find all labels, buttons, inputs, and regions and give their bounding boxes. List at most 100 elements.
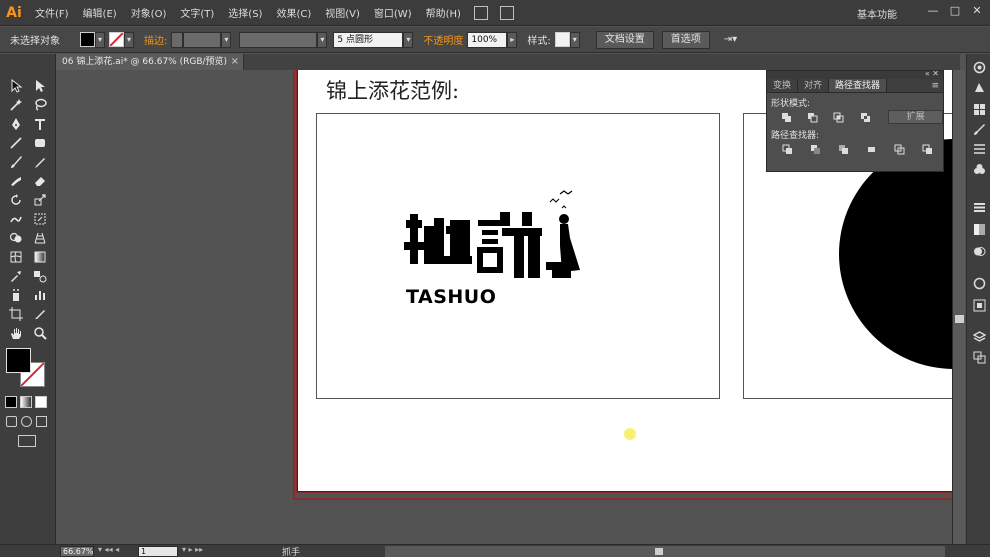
example-frame-left[interactable]: TASHUO <box>316 113 720 399</box>
scale-tool-icon[interactable] <box>28 190 52 209</box>
mesh-tool-icon[interactable] <box>4 247 28 266</box>
document-setup-button[interactable]: 文档设置 <box>595 30 654 49</box>
stroke-panel-icon[interactable] <box>972 200 986 214</box>
crop-icon[interactable] <box>857 142 885 156</box>
graphic-style-swatch[interactable] <box>554 32 570 47</box>
zoom-field[interactable]: 66.67% <box>60 546 94 557</box>
draw-inside-icon[interactable] <box>36 416 47 427</box>
eraser-tool-icon[interactable] <box>28 171 52 190</box>
stroke-weight-dropdown-icon[interactable]: ▾ <box>221 31 232 48</box>
brushes-icon[interactable] <box>972 122 986 136</box>
gradient-mode-button[interactable] <box>20 396 32 408</box>
zoom-dropdown-icon[interactable]: ▾ ◂◂ ◂ <box>98 545 119 554</box>
variable-width-profile[interactable] <box>239 31 318 48</box>
horizontal-scrollbar[interactable] <box>385 546 945 557</box>
layers-panel-icon[interactable] <box>972 330 986 344</box>
menu-select[interactable]: 选择(S) <box>221 5 269 20</box>
symbols-icon[interactable] <box>972 162 986 176</box>
brush-definition[interactable]: 5 点圆形 <box>333 31 404 48</box>
close-button[interactable]: ✕ <box>968 4 986 20</box>
merge-icon[interactable] <box>829 142 857 156</box>
profile-dropdown-icon[interactable]: ▾ <box>317 31 328 48</box>
transparency-panel-icon[interactable] <box>972 244 986 258</box>
workspace-switcher[interactable]: 基本功能 <box>857 6 897 21</box>
screen-mode-icon[interactable] <box>18 435 36 447</box>
swatches-icon[interactable] <box>972 102 986 116</box>
vertical-scrollbar[interactable] <box>952 70 965 544</box>
arrange-icon[interactable]: ⇥▾ <box>724 34 737 45</box>
expand-button[interactable]: 扩展 <box>888 110 943 124</box>
horizontal-scroll-thumb[interactable] <box>655 548 663 555</box>
document-tab[interactable]: 06 锦上添花.ai* @ 66.67% (RGB/预览) × <box>56 54 244 70</box>
align-panel-icon[interactable] <box>972 142 986 156</box>
maximize-button[interactable]: □ <box>946 4 964 20</box>
collapse-panel-icon[interactable]: « ✕ <box>925 69 939 78</box>
gradient-panel-icon[interactable] <box>972 222 986 236</box>
stroke-dropdown-icon[interactable]: ▾ <box>124 31 134 48</box>
blend-tool-icon[interactable] <box>28 266 52 285</box>
divide-icon[interactable] <box>773 142 801 156</box>
none-mode-button[interactable] <box>35 396 47 408</box>
fill-stroke-control[interactable] <box>6 348 50 388</box>
selection-tool-icon[interactable] <box>4 76 28 95</box>
magic-wand-tool-icon[interactable] <box>4 95 28 114</box>
direct-selection-tool-icon[interactable] <box>28 76 52 95</box>
stroke-swatch[interactable] <box>109 32 124 47</box>
preferences-button[interactable]: 首选项 <box>661 30 710 49</box>
intersect-icon[interactable] <box>826 110 852 124</box>
column-graph-tool-icon[interactable] <box>28 285 52 304</box>
opacity-dropdown-icon[interactable]: ▸ <box>507 31 518 48</box>
zoom-tool-icon[interactable] <box>28 323 52 342</box>
lasso-tool-icon[interactable] <box>28 95 52 114</box>
menu-effect[interactable]: 效果(C) <box>269 5 318 20</box>
artboard-tool-icon[interactable] <box>4 304 28 323</box>
blob-brush-tool-icon[interactable] <box>4 171 28 190</box>
menu-edit[interactable]: 编辑(E) <box>76 5 124 20</box>
tab-pathfinder[interactable]: 路径查找器 <box>829 79 888 92</box>
symbol-sprayer-tool-icon[interactable] <box>4 285 28 304</box>
warp-tool-icon[interactable] <box>4 209 28 228</box>
free-transform-tool-icon[interactable] <box>28 209 52 228</box>
panel-titlebar[interactable]: « ✕ <box>767 69 943 79</box>
trim-icon[interactable] <box>801 142 829 156</box>
color-panel-icon[interactable] <box>972 60 986 74</box>
eyedropper-tool-icon[interactable] <box>4 266 28 285</box>
draw-behind-icon[interactable] <box>21 416 32 427</box>
stroke-weight-stepper[interactable] <box>171 31 184 48</box>
paintbrush-tool-icon[interactable] <box>4 152 28 171</box>
fill-color-box[interactable] <box>6 348 31 373</box>
brush-dropdown-icon[interactable]: ▾ <box>403 31 414 48</box>
arrange-documents-icon[interactable] <box>499 5 514 20</box>
stroke-weight-field[interactable] <box>183 31 222 48</box>
menu-view[interactable]: 视图(V) <box>318 5 367 20</box>
close-tab-icon[interactable]: × <box>231 54 239 70</box>
panel-menu-icon[interactable]: ≡ <box>931 79 943 92</box>
menu-object[interactable]: 对象(O) <box>124 5 174 20</box>
opacity-label[interactable]: 不透明度 <box>423 32 463 47</box>
color-guide-icon[interactable] <box>972 80 986 94</box>
minus-front-icon[interactable] <box>799 110 825 124</box>
shape-builder-tool-icon[interactable] <box>4 228 28 247</box>
slice-tool-icon[interactable] <box>28 304 52 323</box>
line-segment-tool-icon[interactable] <box>4 133 28 152</box>
artboard-number-field[interactable]: 1 <box>138 546 178 557</box>
type-tool-icon[interactable] <box>28 114 52 133</box>
tab-align[interactable]: 对齐 <box>798 79 830 92</box>
unite-icon[interactable] <box>773 110 799 124</box>
pencil-tool-icon[interactable] <box>28 152 52 171</box>
minus-back-icon[interactable] <box>913 142 941 156</box>
black-circle-shape[interactable] <box>839 139 952 369</box>
menu-help[interactable]: 帮助(H) <box>419 5 468 20</box>
menu-type[interactable]: 文字(T) <box>173 5 221 20</box>
hand-tool-icon[interactable] <box>4 323 28 342</box>
color-mode-button[interactable] <box>5 396 17 408</box>
vertical-scroll-thumb[interactable] <box>955 315 964 323</box>
fill-swatch[interactable] <box>80 32 95 47</box>
exclude-icon[interactable] <box>852 110 878 124</box>
artboards-panel-icon[interactable] <box>972 350 986 364</box>
appearance-panel-icon[interactable] <box>972 276 986 290</box>
bridge-icon[interactable] <box>473 5 488 20</box>
outline-icon[interactable] <box>885 142 913 156</box>
minimize-button[interactable]: — <box>924 4 942 20</box>
opacity-field[interactable]: 100% <box>467 31 508 48</box>
